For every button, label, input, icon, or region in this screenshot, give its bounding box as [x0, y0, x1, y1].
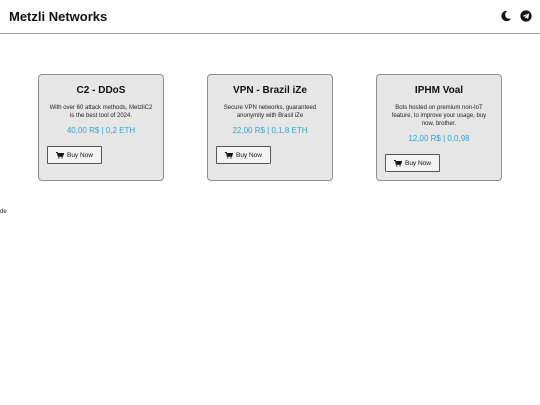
site-header: Metzli Networks	[0, 0, 540, 34]
header-actions	[500, 10, 532, 22]
cart-icon	[55, 151, 64, 159]
buy-now-button[interactable]: Buy Now	[47, 146, 102, 164]
product-title: VPN - Brazil iZe	[233, 85, 307, 96]
buy-now-label: Buy Now	[235, 151, 262, 159]
product-price: 12,00 R$ | 0,0,98	[408, 134, 470, 143]
moon-icon[interactable]	[500, 10, 512, 22]
product-title: C2 - DDoS	[76, 85, 126, 96]
buy-now-label: Buy Now	[404, 159, 431, 167]
buy-now-button[interactable]: Buy Now	[385, 154, 440, 172]
product-description: With over 60 attack methods, MetzliC2 is…	[49, 105, 153, 119]
product-card-iphm-voal: IPHM Voal Bots hosted on premium non-IoT…	[376, 74, 502, 181]
product-description: Bots hosted on premium non-IoT feature, …	[391, 105, 487, 127]
cart-icon	[224, 151, 233, 159]
buy-now-button[interactable]: Buy Now	[216, 146, 271, 164]
product-title: IPHM Voal	[414, 85, 464, 96]
product-card-vpn-brazil: VPN - Brazil iZe Secure VPN networks, gu…	[207, 74, 333, 181]
brand-title[interactable]: Metzli Networks	[9, 9, 107, 24]
product-price: 40,00 R$ | 0,2 ETH	[66, 126, 136, 135]
product-description: Secure VPN networks, guaranteed anonymit…	[223, 105, 317, 119]
clipped-side-text: de	[0, 209, 7, 215]
buy-now-label: Buy Now	[66, 151, 93, 159]
cart-icon	[393, 159, 402, 167]
product-price: 22,00 R$ | 0,1,8 ETH	[232, 126, 308, 135]
telegram-icon[interactable]	[520, 10, 532, 22]
product-card-c2-ddos: C2 - DDoS With over 60 attack methods, M…	[38, 74, 164, 181]
